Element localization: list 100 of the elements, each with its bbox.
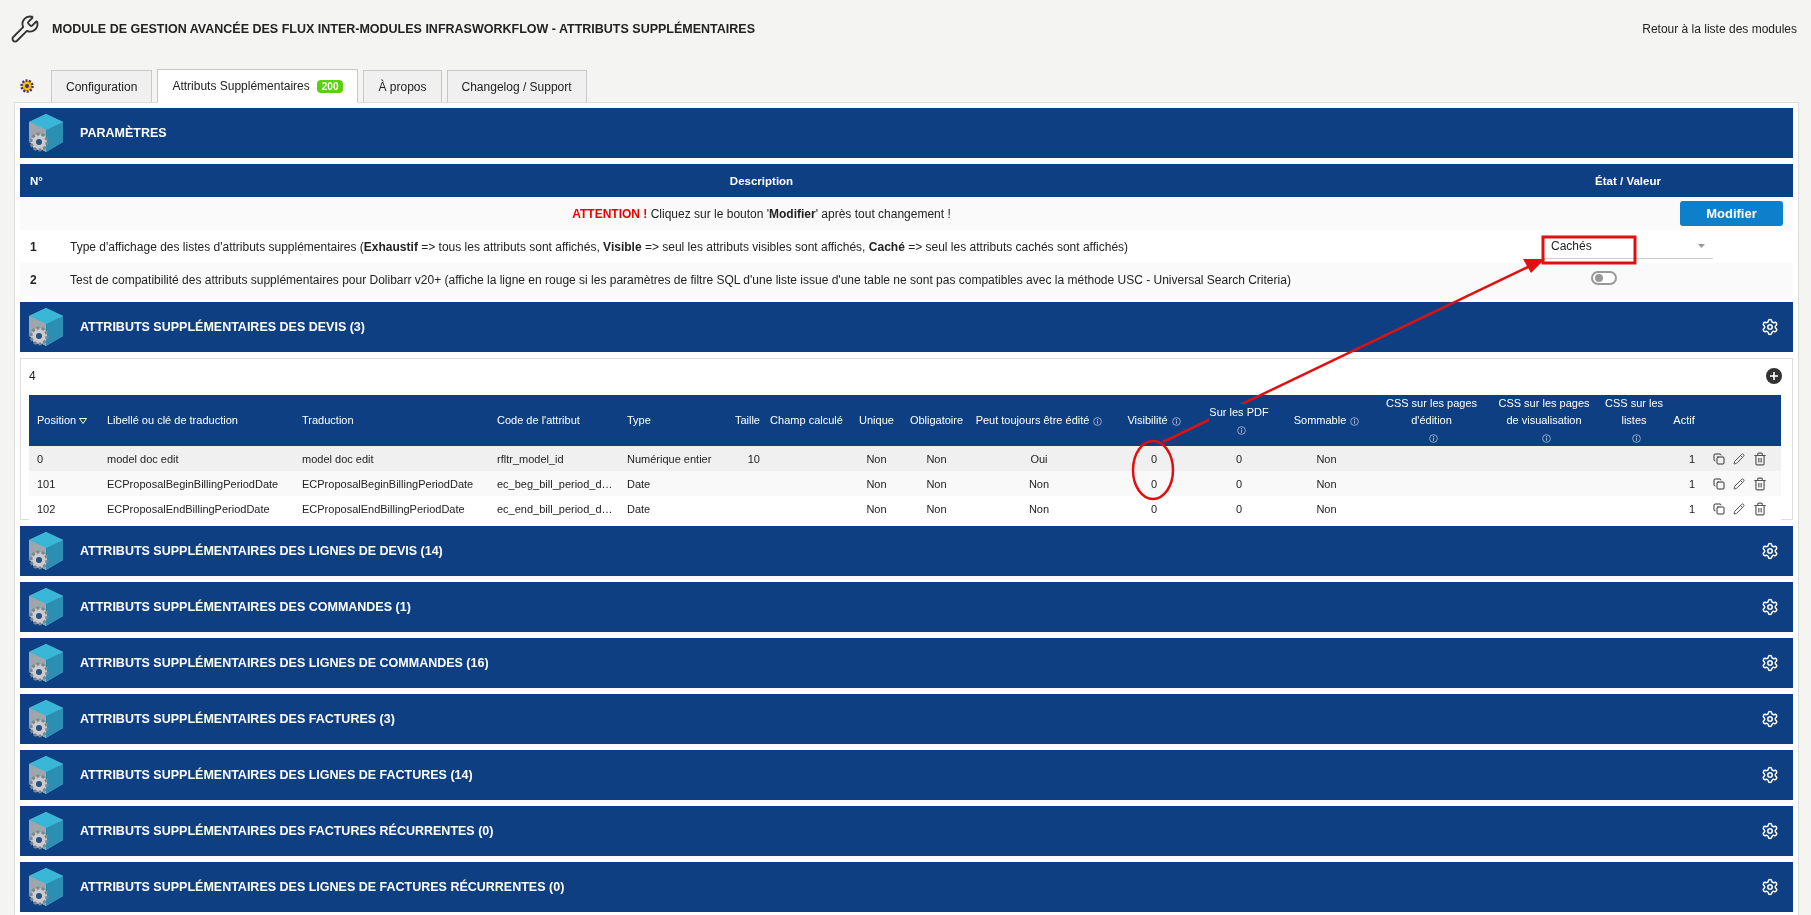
pdf-cell: 0 [1235,452,1243,465]
section-header[interactable]: ATTRIBUTS SUPPLÉMENTAIRES DES LIGNES DE DEVIS (14) [20,526,1793,576]
copy-icon[interactable] [1713,452,1725,465]
editable-cell: Non [1028,502,1050,515]
settings-icon[interactable] [1761,542,1779,560]
column-header: N° [20,164,60,197]
cube-gear-icon [26,866,66,908]
section-header[interactable]: PARAMÈTRES [20,108,1793,158]
edit-icon[interactable] [1733,452,1745,465]
section-title: ATTRIBUTS SUPPLÉMENTAIRES DES LIGNES DE COMMANDES (16) [80,656,490,670]
section-title: ATTRIBUTS SUPPLÉMENTAIRES DES LIGNES DE FACTURES RÉCURRENTES (0) [80,880,566,894]
code-cell: ec_end_bill_period_d… [497,502,613,515]
gear-icon[interactable] [20,79,34,93]
row-number: 1 [30,239,37,254]
type-cell: Numérique entier [627,452,712,465]
column-header: Description [60,164,1463,197]
section-title: ATTRIBUTS SUPPLÉMENTAIRES DES LIGNES DE DEVIS (14) [80,544,444,558]
settings-icon[interactable] [1761,654,1779,672]
section-title: ATTRIBUTS SUPPLÉMENTAIRES DES COMMANDES (1) [80,600,412,614]
column-header: Sur les PDF [1209,403,1269,421]
section-header[interactable]: ATTRIBUTS SUPPLÉMENTAIRES DES DEVIS (3) [20,302,1793,352]
visibility-cell: 0 [1150,502,1158,515]
section-header[interactable]: ATTRIBUTS SUPPLÉMENTAIRES DES COMMANDES (1) [20,582,1793,632]
highlight-ellipse [1131,439,1175,501]
section-title: ATTRIBUTS SUPPLÉMENTAIRES DES LIGNES DE FACTURES (14) [80,768,474,782]
label-cell: ECProposalEndBillingPeriodDate [107,502,270,515]
summable-cell: Non [1316,477,1337,490]
tab[interactable]: Attributs Supplémentaires 200 [157,69,359,103]
section-header[interactable]: ATTRIBUTS SUPPLÉMENTAIRES DES LIGNES DE FACTURES (14) [20,750,1793,800]
translation-cell: ECProposalEndBillingPeriodDate [302,502,465,515]
position-cell: 101 [37,477,56,490]
settings-icon[interactable] [1761,598,1779,616]
label-cell: ECProposalBeginBillingPeriodDate [107,477,279,490]
column-header: État / Valeur [1463,164,1793,197]
section-header[interactable]: ATTRIBUTS SUPPLÉMENTAIRES DES FACTURES RÉCURRENTES (0) [20,806,1793,856]
cube-gear-icon [26,530,66,572]
tab[interactable]: Changelog / Support [446,70,587,102]
copy-icon[interactable] [1713,502,1725,515]
active-cell: 1 [1688,477,1695,490]
parameter-description: Test de compatibilité des attributs supplémentaires pour Dolibarr v20+ (affiche la ligne en rouge si les paramètres de filtre SQL d'une liste issue d'une table ne sont pas compatibles avec la méthode USC - Universal Search Criteria) [70,272,1291,287]
unique-cell: Non [866,502,887,515]
delete-icon[interactable] [1753,476,1767,491]
visibility-cell: 0 [1150,477,1158,490]
section-header[interactable]: ATTRIBUTS SUPPLÉMENTAIRES DES LIGNES DE FACTURES RÉCURRENTES (0) [20,862,1793,912]
position-cell: 0 [37,452,44,465]
cube-gear-icon [26,112,66,154]
tab[interactable]: À propos [363,70,442,102]
settings-icon[interactable] [1761,766,1779,784]
code-cell: rfltr_model_id [497,452,564,465]
label-cell: model doc edit [107,452,179,465]
toggle-switch[interactable] [1591,271,1617,285]
caret-icon [1698,244,1705,248]
position-cell: 102 [37,502,56,515]
delete-icon[interactable] [1753,501,1767,516]
settings-icon[interactable] [1761,878,1779,896]
attribute-count: 4 [29,369,36,383]
section-title: ATTRIBUTS SUPPLÉMENTAIRES DES DEVIS (3) [80,320,366,334]
translation-cell: model doc edit [302,452,374,465]
display-select[interactable]: Cachés [1543,234,1713,259]
editable-cell: Non [1028,477,1050,490]
edit-icon[interactable] [1733,502,1745,515]
editable-cell: Oui [1030,452,1048,465]
size-cell: 10 [747,452,760,465]
cube-gear-icon [26,698,66,740]
back-link[interactable]: Retour à la liste des modules [1642,22,1797,36]
active-cell: 1 [1688,452,1695,465]
tab[interactable]: Configuration [51,70,153,102]
cube-gear-icon [26,754,66,796]
section-header[interactable]: ATTRIBUTS SUPPLÉMENTAIRES DES LIGNES DE COMMANDES (16) [20,638,1793,688]
copy-icon[interactable] [1713,477,1725,490]
row-number: 2 [30,272,37,287]
code-cell: ec_beg_bill_period_d… [497,477,613,490]
translation-cell: ECProposalBeginBillingPeriodDate [302,477,474,490]
settings-icon[interactable] [1761,822,1779,840]
page-title: MODULE DE GESTION AVANCÉE DES FLUX INTER-MODULES INFRASWORKFLOW - ATTRIBUTS SUPPLÉMENTAIRES [52,22,756,36]
settings-icon[interactable] [1761,710,1779,728]
pdf-cell: 0 [1235,502,1243,515]
parameter-description: Type d'affichage des listes d'attributs supplémentaires (Exhaustif => tous les attributs sont affichés, Visible => seul les attributs visibles sont affichés, Caché => seul les attributs cachés sont affichés) [70,239,1129,254]
pdf-cell: 0 [1235,477,1243,490]
unique-cell: Non [866,452,887,465]
section-title: ATTRIBUTS SUPPLÉMENTAIRES DES FACTURES (3) [80,712,396,726]
type-cell: Date [627,477,651,490]
cube-gear-icon [26,642,66,684]
settings-icon[interactable] [1761,318,1779,336]
summable-cell: Non [1316,502,1337,515]
unique-cell: Non [866,477,887,490]
add-icon[interactable] [1766,368,1782,384]
edit-icon[interactable] [1733,477,1745,490]
active-cell: 1 [1688,502,1695,515]
modify-button[interactable]: Modifier [1680,201,1783,226]
cube-gear-icon [26,586,66,628]
required-cell: Non [926,477,947,490]
type-cell: Date [627,502,651,515]
warning-text: ATTENTION ! Cliquez sur le bouton 'Modifier' après tout changement ! [571,206,952,221]
delete-icon[interactable] [1753,451,1767,466]
count-badge: 200 [316,79,344,93]
tools-icon [10,14,40,44]
cube-gear-icon [26,306,66,348]
section-header[interactable]: ATTRIBUTS SUPPLÉMENTAIRES DES FACTURES (3) [20,694,1793,744]
required-cell: Non [926,452,947,465]
